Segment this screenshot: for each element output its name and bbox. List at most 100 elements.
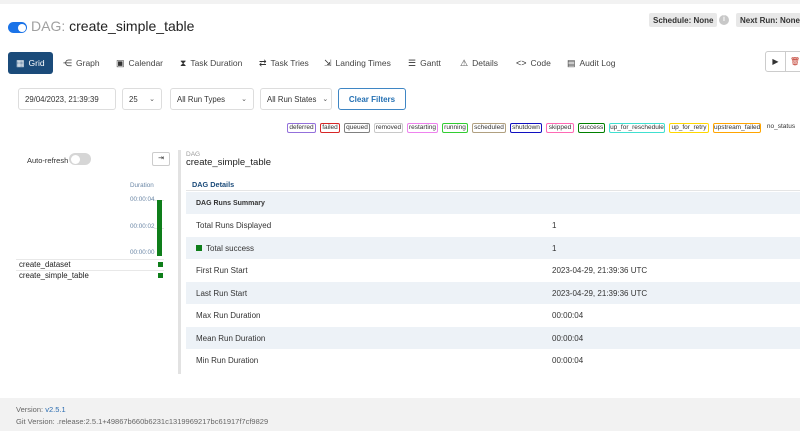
schedule-badge: Schedule: None [649, 13, 718, 27]
dag-run-duration-bar[interactable] [157, 200, 162, 256]
tab-label: Grid [28, 58, 45, 68]
summary-label: Min Run Duration [196, 355, 259, 365]
tab-task-tries[interactable]: ⇄ Task Tries [259, 52, 309, 74]
summary-label: First Run Start [196, 265, 248, 275]
legend-chip-failed[interactable]: failed [320, 123, 340, 133]
run-type-value: All Run Types [177, 94, 225, 104]
next-run-badge: Next Run: None [736, 13, 800, 27]
tab-task-duration[interactable]: ⧗ Task Duration [180, 52, 242, 74]
summary-value: 1 [552, 243, 557, 253]
toggle-knob [70, 154, 80, 164]
summary-label: Mean Run Duration [196, 333, 266, 343]
success-square-icon [196, 244, 202, 251]
auto-refresh-toggle[interactable] [69, 153, 91, 165]
summary-row: Mean Run Duration 00:00:04 [186, 327, 800, 349]
legend-chip-up-for-retry[interactable]: up_for_retry [669, 123, 709, 133]
task-name: create_simple_table [19, 271, 89, 280]
summary-row: Total success 1 [186, 237, 800, 259]
tab-grid[interactable]: ▦ Grid [8, 52, 53, 74]
summary-value: 2023-04-29, 21:39:36 UTC [552, 288, 648, 298]
tab-label: Gantt [420, 58, 441, 68]
tab-label: Calendar [128, 58, 164, 68]
clear-filters-button[interactable]: Clear Filters [338, 88, 406, 110]
tab-landing-times[interactable]: ⇲ Landing Times [324, 52, 391, 74]
tab-label: Landing Times [335, 58, 391, 68]
code-icon: <> [516, 58, 527, 68]
task-instance-cell[interactable] [158, 273, 163, 278]
retry-icon: ⇄ [259, 57, 267, 68]
summary-header-row: DAG Runs Summary [186, 192, 800, 214]
trash-icon: 🗑 [789, 57, 800, 66]
legend-chip-skipped[interactable]: skipped [546, 123, 574, 133]
trigger-dag-button[interactable]: ▶ [766, 52, 785, 71]
info-icon[interactable]: i [719, 15, 729, 25]
toggle-knob [17, 23, 26, 32]
panel-resize-handle[interactable] [178, 150, 181, 374]
collapse-details-button[interactable]: ⇥ [152, 152, 170, 166]
git-version-label: Git Version: [16, 417, 55, 426]
gantt-icon: ☰ [408, 57, 417, 68]
dag-pause-toggle[interactable] [8, 22, 27, 33]
summary-value: 1 [552, 220, 557, 230]
play-icon: ▶ [772, 57, 779, 66]
tab-label: Task Tries [270, 58, 309, 68]
legend-chip-upstream-failed[interactable]: upstream_failed [713, 123, 761, 133]
collapse-arrow-icon: ⇥ [158, 155, 164, 162]
tab-calendar[interactable]: ▣ Calendar [116, 52, 163, 74]
tab-label: Details [472, 58, 499, 68]
chevron-down-icon: ⌄ [149, 96, 155, 103]
calendar-icon: ▣ [116, 57, 125, 68]
summary-row: Min Run Duration 00:00:04 [186, 349, 800, 371]
version-link[interactable]: v2.5.1 [45, 405, 65, 414]
task-row-create-simple-table[interactable]: create_simple_table [16, 270, 164, 280]
summary-value: 00:00:04 [552, 310, 584, 320]
chevron-down-icon: ⌄ [322, 96, 329, 103]
delete-dag-button[interactable]: 🗑 [784, 52, 800, 71]
chevron-down-icon: ⌄ [241, 96, 247, 103]
git-version-value: .release:2.5.1+49867b660b6231c1319969217… [56, 417, 269, 426]
legend-chip-up-for-reschedule[interactable]: up_for_reschedule [609, 123, 665, 133]
summary-label: Max Run Duration [196, 310, 261, 320]
summary-value: 00:00:04 [552, 355, 584, 365]
summary-value: 2023-04-29, 21:39:36 UTC [552, 265, 648, 275]
grid-icon: ▦ [16, 57, 25, 68]
run-type-select[interactable]: All Run Types ⌄ [170, 88, 254, 110]
legend-chip-success[interactable]: success [578, 123, 605, 133]
graph-icon: ⋲ [63, 57, 72, 68]
version-label: Version: [16, 405, 44, 414]
task-name: create_dataset [19, 260, 71, 269]
task-instance-cell[interactable] [158, 262, 163, 267]
legend-chip-queued[interactable]: queued [344, 123, 370, 133]
duration-tick: 00:00:04 [130, 196, 155, 203]
git-version-line: Git Version: .release:2.5.1+49867b660b62… [16, 417, 268, 426]
legend-chip-running[interactable]: running [442, 123, 468, 133]
tab-label: Audit Log [579, 58, 616, 68]
legend-chip-deferred[interactable]: deferred [287, 123, 316, 133]
tab-gantt[interactable]: ☰ Gantt [408, 52, 441, 74]
warning-triangle-icon: ⚠ [460, 57, 469, 68]
task-row-create-dataset[interactable]: create_dataset [16, 259, 164, 269]
legend-chip-no-status[interactable]: no_status [765, 123, 797, 133]
tab-graph[interactable]: ⋲ Graph [63, 52, 100, 74]
tab-audit-log[interactable]: ▤ Audit Log [567, 52, 615, 74]
legend-chip-scheduled[interactable]: scheduled [472, 123, 506, 133]
legend-chip-restarting[interactable]: restarting [407, 123, 438, 133]
divider [186, 190, 800, 191]
auto-refresh-label: Auto-refresh [27, 156, 69, 165]
dag-id: create_simple_table [69, 18, 195, 34]
top-divider [0, 0, 800, 4]
details-dag-name[interactable]: create_simple_table [186, 157, 271, 168]
num-runs-select[interactable]: 25 ⌄ [122, 88, 162, 110]
tab-code[interactable]: <> Code [516, 52, 551, 74]
summary-label: Total success [206, 243, 255, 253]
dag-prefix: DAG: [31, 18, 66, 34]
tab-label: Task Duration [190, 58, 243, 68]
tab-details[interactable]: ⚠ Details [460, 52, 498, 74]
run-state-select[interactable]: All Run States ⌄ [260, 88, 332, 110]
tab-label: Code [530, 58, 551, 68]
legend-chip-removed[interactable]: removed [374, 123, 403, 133]
base-date-input[interactable]: 29/04/2023, 21:39:39 [18, 88, 116, 110]
summary-label: Last Run Start [196, 288, 248, 298]
summary-value: 00:00:04 [552, 333, 584, 343]
legend-chip-shutdown[interactable]: shutdown [510, 123, 542, 133]
